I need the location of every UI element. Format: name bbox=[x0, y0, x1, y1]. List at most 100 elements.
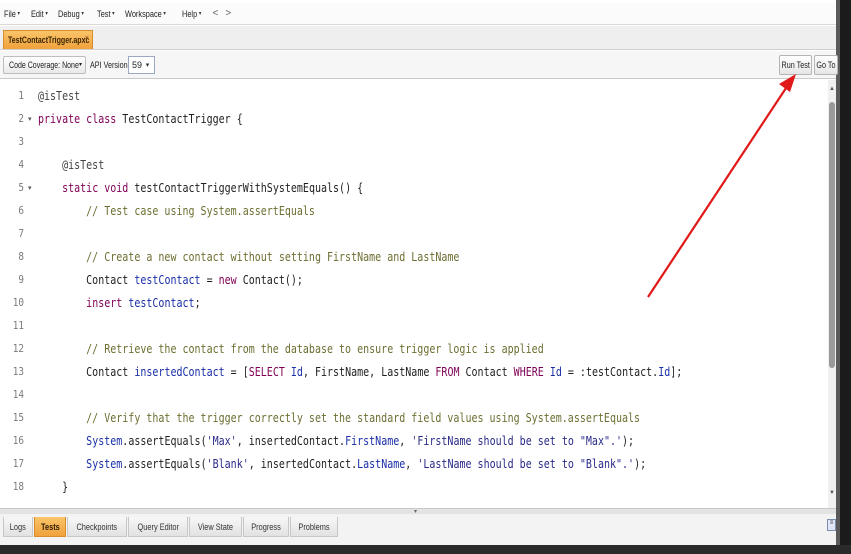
line-number: 3 bbox=[18, 135, 24, 148]
file-tab-strip: TestContactTrigger.apxc × bbox=[0, 26, 836, 50]
menu-debug[interactable]: Debug ▾ bbox=[58, 9, 84, 19]
editor-scrollbar[interactable]: ▲ ▼ bbox=[828, 80, 836, 508]
code-line[interactable]: 3 bbox=[0, 130, 830, 153]
tab-label: Progress bbox=[251, 521, 282, 532]
chevron-down-icon: ▾ bbox=[81, 11, 84, 17]
code-text: // Retrieve the contact from the databas… bbox=[38, 341, 544, 356]
tab-label: Problems bbox=[298, 521, 330, 532]
tab-label: Query Editor bbox=[137, 521, 179, 532]
line-number: 12 bbox=[12, 342, 24, 355]
line-number: 6 bbox=[18, 204, 24, 217]
code-line[interactable]: 14 bbox=[0, 383, 830, 406]
run-test-button[interactable]: Run Test bbox=[779, 55, 812, 75]
chevron-down-icon: ▾ bbox=[145, 62, 150, 69]
go-to-button[interactable]: Go To bbox=[814, 55, 838, 75]
line-number: 14 bbox=[12, 388, 24, 401]
menu-test[interactable]: Test ▾ bbox=[97, 9, 115, 19]
code-text: Contact insertedContact = [SELECT Id, Fi… bbox=[38, 364, 683, 379]
tab-tests[interactable]: Tests bbox=[33, 517, 67, 537]
tab-problems[interactable]: Problems bbox=[290, 517, 339, 537]
chevron-down-icon: ▾ bbox=[78, 62, 82, 68]
close-icon[interactable]: × bbox=[85, 35, 89, 42]
code-coverage-dropdown[interactable]: Code Coverage: None ▾ bbox=[3, 56, 86, 74]
code-line[interactable]: 13 Contact insertedContact = [SELECT Id,… bbox=[0, 360, 830, 383]
go-to-label: Go To bbox=[816, 60, 836, 70]
menu-edit-label: Edit bbox=[30, 8, 44, 19]
tab-checkpoints[interactable]: Checkpoints bbox=[67, 517, 127, 537]
line-number: 15 bbox=[12, 411, 24, 424]
tab-view-state[interactable]: View State bbox=[189, 517, 243, 537]
menu-edit[interactable]: Edit ▾ bbox=[31, 9, 48, 19]
code-line[interactable]: 16 System.assertEquals('Max', insertedCo… bbox=[0, 429, 830, 452]
code-line[interactable]: 18 } bbox=[0, 475, 830, 498]
line-number: 13 bbox=[12, 365, 24, 378]
code-coverage-label: Code Coverage: None bbox=[9, 60, 79, 70]
code-text: static void testContactTriggerWithSystem… bbox=[62, 180, 364, 195]
code-editor[interactable]: 1 @isTest 2 ▾ private class TestContactT… bbox=[0, 80, 836, 508]
tab-label: Tests bbox=[40, 521, 60, 532]
code-text: } bbox=[38, 479, 69, 494]
line-number: 8 bbox=[18, 250, 24, 263]
menu-workspace[interactable]: Workspace ▾ bbox=[125, 9, 166, 19]
fold-toggle-icon[interactable]: ▾ bbox=[28, 184, 32, 192]
file-tab-label: TestContactTrigger.apxc bbox=[8, 35, 90, 45]
api-version-select[interactable]: 59 ▾ bbox=[128, 56, 155, 74]
scroll-down-icon[interactable]: ▼ bbox=[828, 490, 836, 496]
line-number: 5 bbox=[18, 181, 24, 194]
code-text: System.assertEquals('Max', insertedConta… bbox=[86, 433, 635, 448]
code-line[interactable]: 11 bbox=[0, 314, 830, 337]
code-line[interactable]: 4 @isTest bbox=[0, 153, 830, 176]
code-line[interactable]: 12 // Retrieve the contact from the data… bbox=[0, 337, 830, 360]
chevron-down-icon: ▾ bbox=[111, 11, 115, 17]
code-line[interactable]: 17 System.assertEquals('Blank', inserted… bbox=[0, 452, 830, 475]
code-line[interactable]: 9 Contact testContact = new Contact(); bbox=[0, 268, 830, 291]
api-version-value: 59 bbox=[132, 60, 143, 70]
code-text: System.assertEquals('Blank', insertedCon… bbox=[86, 456, 647, 471]
tab-progress[interactable]: Progress bbox=[243, 517, 290, 537]
code-line[interactable]: 8 // Create a new contact without settin… bbox=[0, 245, 830, 268]
tab-label: Checkpoints bbox=[76, 521, 118, 532]
menu-test-label: Test bbox=[96, 8, 111, 19]
code-line[interactable]: 6 // Test case using System.assertEquals bbox=[0, 199, 830, 222]
code-line[interactable]: 1 @isTest bbox=[0, 84, 830, 107]
line-number: 1 bbox=[18, 89, 24, 102]
tab-logs[interactable]: Logs bbox=[3, 517, 33, 537]
tab-testcontacttrigger[interactable]: TestContactTrigger.apxc × bbox=[3, 30, 93, 49]
tab-query-editor[interactable]: Query Editor bbox=[127, 517, 189, 537]
menu-file[interactable]: File ▾ bbox=[4, 9, 20, 19]
chevron-down-icon: ▾ bbox=[44, 11, 48, 17]
code-text: // Verify that the trigger correctly set… bbox=[38, 410, 641, 425]
line-number: 7 bbox=[18, 227, 24, 240]
run-test-label: Run Test bbox=[781, 60, 810, 70]
line-number: 18 bbox=[12, 480, 24, 493]
code-line[interactable]: 7 bbox=[0, 222, 830, 245]
chevron-down-icon: ▾ bbox=[17, 11, 21, 17]
code-line[interactable]: 15 // Verify that the trigger correctly … bbox=[0, 406, 830, 429]
code-text: private class TestContactTrigger { bbox=[38, 111, 243, 126]
panel-menu-icon[interactable]: ≡ bbox=[827, 519, 836, 531]
window-frame-bottom bbox=[0, 545, 851, 554]
developer-console: File ▾ Edit ▾ Debug ▾ Test ▾ Workspace ▾ Help… bbox=[0, 0, 838, 545]
menu-help[interactable]: Help ▾ bbox=[182, 9, 201, 19]
line-number: 4 bbox=[18, 158, 24, 171]
menu-help-label: Help bbox=[182, 8, 198, 19]
code-text: insert testContact; bbox=[86, 295, 201, 310]
forward-arrow-icon[interactable]: > bbox=[225, 8, 231, 19]
menu-workspace-label: Workspace bbox=[125, 8, 162, 19]
code-line[interactable]: 5 ▾ static void testContactTriggerWithSy… bbox=[0, 176, 830, 199]
code-line[interactable]: 2 ▾ private class TestContactTrigger { bbox=[0, 107, 830, 130]
code-text: @isTest bbox=[38, 157, 105, 172]
line-number: 17 bbox=[12, 457, 24, 470]
code-line[interactable]: 10 insert testContact; bbox=[0, 291, 830, 314]
code-text: // Create a new contact without setting … bbox=[38, 249, 460, 264]
scroll-up-icon[interactable]: ▲ bbox=[828, 86, 836, 92]
line-number: 10 bbox=[12, 296, 24, 309]
code-text: Contact testContact = new Contact(); bbox=[38, 272, 303, 287]
chevron-down-icon: ▾ bbox=[198, 11, 202, 17]
back-arrow-icon[interactable]: < bbox=[213, 8, 219, 19]
line-number: 2 bbox=[18, 112, 24, 125]
menu-bar: File ▾ Edit ▾ Debug ▾ Test ▾ Workspace ▾ Help… bbox=[0, 3, 836, 25]
fold-toggle-icon[interactable]: ▾ bbox=[28, 115, 32, 123]
menu-debug-label: Debug bbox=[58, 8, 80, 19]
scrollbar-thumb[interactable] bbox=[829, 102, 835, 368]
